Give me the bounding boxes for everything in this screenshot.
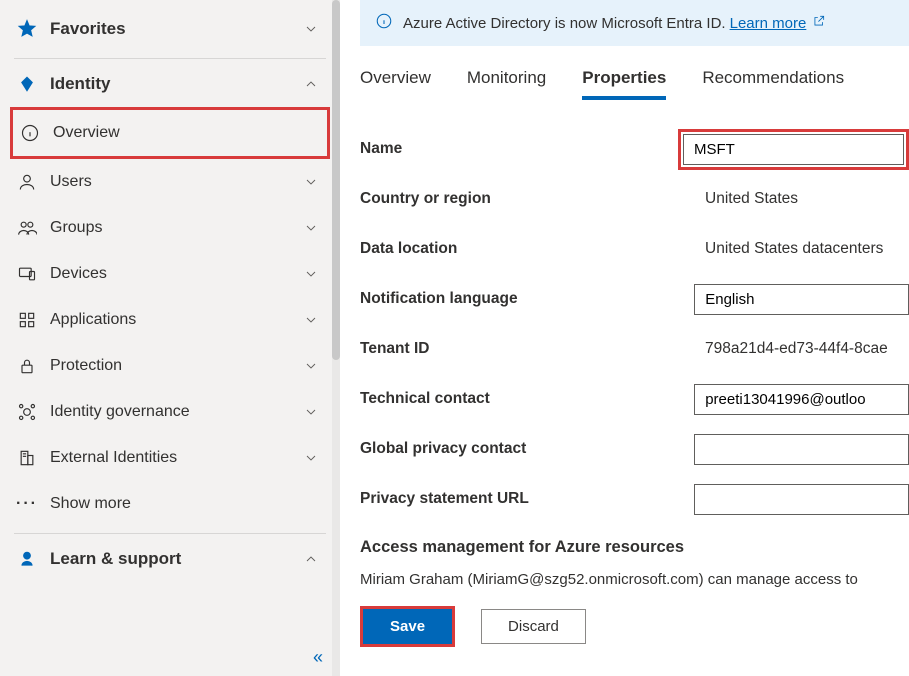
button-row: Save Discard [360, 606, 909, 647]
favorites-label: Favorites [50, 19, 300, 39]
privacyurl-input[interactable] [694, 484, 909, 515]
learn-label: Learn & support [50, 549, 300, 569]
techcontact-input[interactable] [694, 384, 909, 415]
banner-text: Azure Active Directory is now Microsoft … [403, 15, 726, 32]
globalprivacy-input[interactable] [694, 434, 909, 465]
sidebar-item-show-more[interactable]: ··· Show more [10, 481, 330, 527]
techcontact-label: Technical contact [360, 390, 694, 408]
info-banner: Azure Active Directory is now Microsoft … [360, 0, 909, 46]
datalocation-label: Data location [360, 240, 705, 258]
sidebar-item-label: Devices [50, 265, 300, 283]
tab-monitoring[interactable]: Monitoring [467, 68, 546, 100]
chevron-up-icon [300, 73, 322, 95]
datalocation-value: United States datacenters [705, 240, 883, 258]
tab-recommendations[interactable]: Recommendations [702, 68, 844, 100]
diamond-icon [16, 73, 38, 95]
chevron-down-icon [300, 171, 322, 193]
sidebar: Favorites Identity Overview [0, 0, 340, 676]
tab-properties[interactable]: Properties [582, 68, 666, 100]
chevron-down-icon [300, 447, 322, 469]
building-icon [16, 447, 38, 469]
chevron-down-icon [300, 18, 322, 40]
privacyurl-label: Privacy statement URL [360, 490, 694, 508]
person-icon [16, 171, 38, 193]
sidebar-header-learn-support[interactable]: Learn & support [10, 536, 330, 582]
name-input[interactable] [683, 134, 904, 165]
sidebar-item-label: Overview [53, 124, 319, 142]
properties-form: Name Country or region United States Dat… [360, 100, 909, 647]
sidebar-item-label: Users [50, 173, 300, 191]
tenantid-value: 798a21d4-ed73-44f4-8cae [705, 340, 888, 358]
chevron-down-icon [300, 401, 322, 423]
sidebar-item-label: Groups [50, 219, 300, 237]
sidebar-item-identity-governance[interactable]: Identity governance [10, 389, 330, 435]
star-icon [16, 18, 38, 40]
collapse-sidebar-button[interactable]: « [313, 647, 320, 668]
main-content: Azure Active Directory is now Microsoft … [340, 0, 909, 676]
country-value: United States [705, 190, 798, 208]
tenantid-label: Tenant ID [360, 340, 705, 358]
chevron-down-icon [300, 309, 322, 331]
people-icon [16, 217, 38, 239]
notificationlang-label: Notification language [360, 290, 694, 308]
sidebar-item-protection[interactable]: Protection [10, 343, 330, 389]
globalprivacy-label: Global privacy contact [360, 440, 694, 458]
name-label: Name [360, 140, 678, 158]
lock-icon [16, 355, 38, 377]
devices-icon [16, 263, 38, 285]
sidebar-header-identity[interactable]: Identity [10, 61, 330, 107]
access-section-title: Access management for Azure resources [360, 538, 909, 557]
save-highlight: Save [360, 606, 455, 647]
divider [14, 58, 326, 59]
discard-button[interactable]: Discard [481, 609, 586, 644]
access-description: Miriam Graham (MiriamG@szg52.onmicrosoft… [360, 571, 909, 588]
sidebar-item-devices[interactable]: Devices [10, 251, 330, 297]
chevron-down-icon [300, 263, 322, 285]
divider [14, 533, 326, 534]
sidebar-item-label: Show more [50, 495, 322, 513]
country-label: Country or region [360, 190, 705, 208]
banner-learn-more-link[interactable]: Learn more [730, 15, 807, 32]
tab-overview[interactable]: Overview [360, 68, 431, 100]
headset-icon [16, 548, 38, 570]
tab-bar: Overview Monitoring Properties Recommend… [360, 46, 909, 100]
sidebar-header-favorites[interactable]: Favorites [10, 6, 330, 52]
name-highlight [678, 129, 909, 170]
sidebar-item-label: Identity governance [50, 403, 300, 421]
sidebar-item-overview[interactable]: Overview [10, 107, 330, 159]
identity-label: Identity [50, 74, 300, 94]
sidebar-item-label: External Identities [50, 449, 300, 467]
governance-icon [16, 401, 38, 423]
grid-icon [16, 309, 38, 331]
sidebar-scrollbar-thumb[interactable] [332, 0, 340, 360]
save-button[interactable]: Save [363, 609, 452, 644]
notificationlang-input[interactable] [694, 284, 909, 315]
chevron-down-icon [300, 355, 322, 377]
ellipsis-icon: ··· [16, 493, 38, 515]
chevron-up-icon [300, 548, 322, 570]
chevron-down-icon [300, 217, 322, 239]
sidebar-item-applications[interactable]: Applications [10, 297, 330, 343]
sidebar-item-users[interactable]: Users [10, 159, 330, 205]
sidebar-item-label: Protection [50, 357, 300, 375]
sidebar-item-external-identities[interactable]: External Identities [10, 435, 330, 481]
sidebar-item-groups[interactable]: Groups [10, 205, 330, 251]
sidebar-item-label: Applications [50, 311, 300, 329]
external-link-icon [812, 14, 826, 32]
info-circle-icon [19, 122, 41, 144]
info-circle-icon [375, 12, 393, 34]
